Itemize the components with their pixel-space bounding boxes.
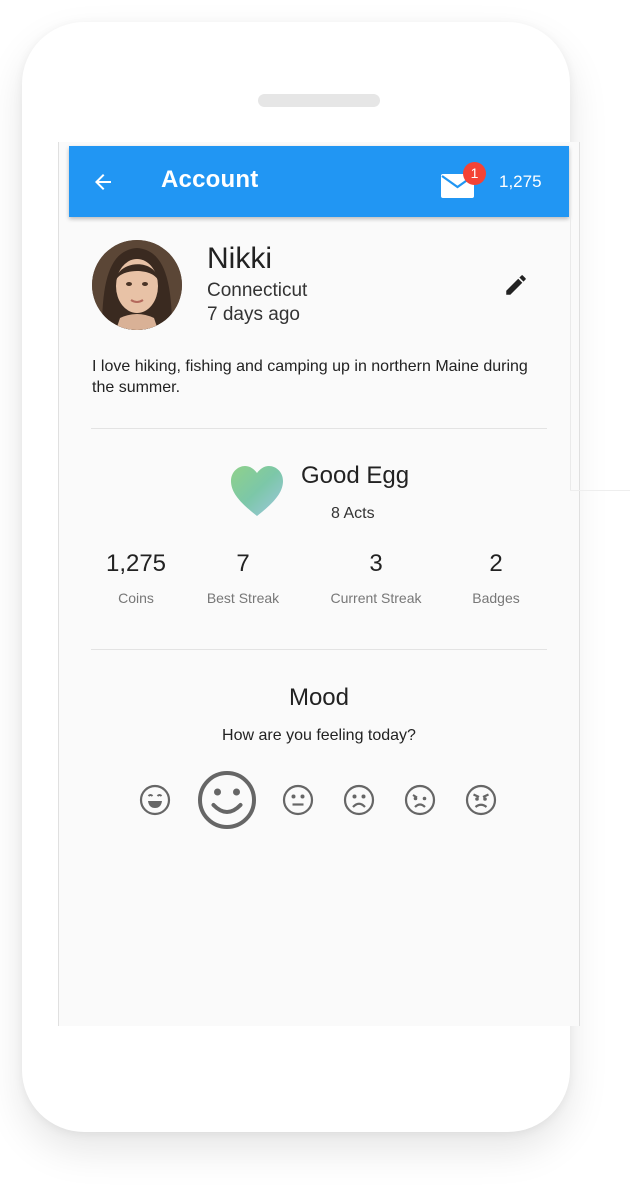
phone-frame: Account 1 1,275 Nikki Connecticut 7 days… <box>22 22 580 1132</box>
page-title: Account <box>161 166 259 193</box>
status-title: Good Egg <box>301 462 410 489</box>
stat-value: 7 <box>236 550 250 577</box>
very-sad-face-icon[interactable] <box>404 784 436 816</box>
messages-button[interactable]: 1 <box>441 162 486 202</box>
avatar <box>92 240 182 330</box>
divider <box>91 428 547 429</box>
sad-face-icon[interactable] <box>343 784 375 816</box>
divider <box>91 649 547 650</box>
stat-value: 1,275 <box>105 550 167 577</box>
stat-badges: 2 Badges <box>457 550 535 606</box>
status-acts: 8 Acts <box>331 505 375 522</box>
angry-face-icon[interactable] <box>465 784 497 816</box>
background-line <box>570 490 630 491</box>
notification-badge: 1 <box>463 162 486 185</box>
app-bar: Account 1 1,275 <box>69 146 569 217</box>
phone-speaker <box>258 94 380 107</box>
pencil-icon[interactable] <box>503 272 529 298</box>
happy-face-icon[interactable] <box>197 770 257 830</box>
stat-label: Current Streak <box>330 590 422 606</box>
profile-location: Connecticut <box>207 280 308 301</box>
profile-last-active: 7 days ago <box>207 304 300 325</box>
stat-label: Coins <box>118 590 154 606</box>
stat-best-streak: 7 Best Streak <box>193 550 293 606</box>
background-line <box>570 180 571 490</box>
profile-name: Nikki <box>207 242 272 275</box>
coin-balance: 1,275 <box>499 172 542 191</box>
profile-bio: I love hiking, fishing and camping up in… <box>92 358 528 396</box>
stat-label: Best Streak <box>206 590 280 606</box>
stat-value: 3 <box>369 550 383 577</box>
app-screen: Account 1 1,275 Nikki Connecticut 7 days… <box>58 142 580 1026</box>
very-happy-face-icon[interactable] <box>139 784 171 816</box>
neutral-face-icon[interactable] <box>282 784 314 816</box>
mood-question: How are you feeling today? <box>222 727 416 744</box>
stat-current-streak: 3 Current Streak <box>317 550 435 606</box>
avatar-image <box>92 240 182 330</box>
stat-value: 2 <box>489 550 503 577</box>
heart-icon <box>231 466 283 516</box>
stat-coins: 1,275 Coins <box>99 550 173 606</box>
mood-title: Mood <box>288 684 350 711</box>
stat-label: Badges <box>472 590 520 606</box>
arrow-left-icon[interactable] <box>91 170 115 194</box>
